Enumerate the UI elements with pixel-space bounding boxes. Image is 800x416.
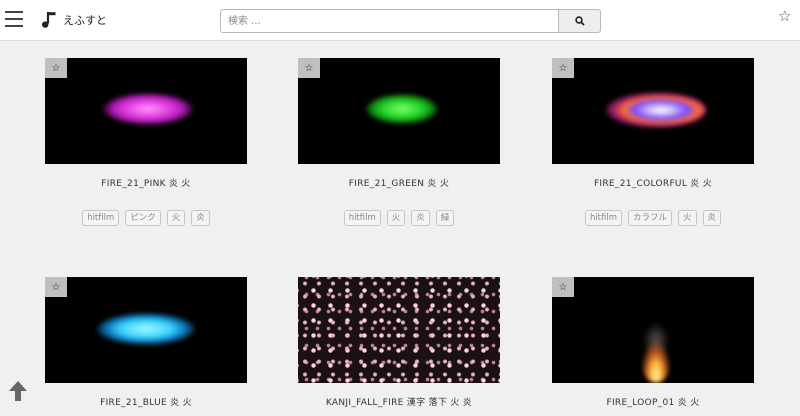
tag[interactable]: hitfilm	[584, 210, 623, 226]
favorites-star-icon[interactable]: ☆	[778, 9, 791, 24]
falling-kanji-effect	[298, 277, 500, 383]
brand-name[interactable]: えふすと	[63, 12, 107, 28]
favorite-star-icon[interactable]: ☆	[45, 277, 67, 297]
magnifier-icon	[574, 16, 585, 26]
video-title[interactable]: KANJI_FALL_FIRE 漢字 落下 火 炎	[288, 395, 510, 408]
video-title[interactable]: FIRE_LOOP_01 炎 火	[542, 395, 764, 408]
arrow-up-icon[interactable]	[8, 380, 28, 402]
tag[interactable]: 火	[166, 210, 186, 226]
loop-fire-effect	[642, 343, 670, 383]
video-thumbnail[interactable]: ☆	[298, 58, 500, 164]
video-thumbnail[interactable]: ☆	[552, 277, 754, 383]
tag[interactable]: 炎	[702, 210, 722, 226]
music-note-logo-icon[interactable]	[41, 11, 57, 29]
video-thumbnail[interactable]	[298, 277, 500, 383]
video-card: ☆ FIRE_21_BLUE 炎 火	[45, 277, 247, 408]
video-card: ☆ FIRE_21_PINK 炎 火 hitfilm ピンク 火 炎	[45, 58, 247, 226]
video-title[interactable]: FIRE_21_GREEN 炎 火	[288, 176, 510, 189]
favorite-star-icon[interactable]: ☆	[45, 58, 67, 78]
colorful-fire-effect	[606, 92, 706, 128]
video-thumbnail[interactable]: ☆	[552, 58, 754, 164]
tag[interactable]: hitfilm	[82, 210, 120, 226]
tag[interactable]: ピンク	[125, 210, 161, 226]
search-button[interactable]	[558, 9, 601, 33]
pink-fire-effect	[103, 93, 193, 125]
blue-fire-effect	[97, 313, 195, 345]
tag[interactable]: 火	[678, 210, 697, 226]
hamburger-icon[interactable]	[5, 11, 23, 27]
green-fire-effect	[366, 94, 438, 124]
video-card: ☆ FIRE_LOOP_01 炎 火	[552, 277, 754, 408]
tag-list: hitfilm 火 炎 緑	[278, 210, 520, 226]
video-title[interactable]: FIRE_21_PINK 炎 火	[35, 176, 257, 189]
video-card: KANJI_FALL_FIRE 漢字 落下 火 炎	[298, 277, 500, 408]
tag-list: hitfilm ピンク 火 炎	[25, 210, 267, 226]
video-thumbnail[interactable]: ☆	[45, 58, 247, 164]
tag[interactable]: 炎	[411, 210, 430, 226]
tag[interactable]: カラフル	[628, 210, 673, 226]
tag-list: hitfilm カラフル 火 炎	[532, 210, 774, 226]
video-thumbnail[interactable]: ☆	[45, 277, 247, 383]
favorite-star-icon[interactable]: ☆	[552, 58, 574, 78]
video-title[interactable]: FIRE_21_COLORFUL 炎 火	[542, 176, 764, 189]
favorite-star-icon[interactable]: ☆	[552, 277, 574, 297]
favorite-star-icon[interactable]: ☆	[298, 58, 320, 78]
tag[interactable]: 火	[386, 210, 406, 226]
search-bar	[220, 9, 601, 33]
video-card: ☆ FIRE_21_GREEN 炎 火 hitfilm 火 炎 緑	[298, 58, 500, 226]
video-card: ☆ FIRE_21_COLORFUL 炎 火 hitfilm カラフル 火 炎	[552, 58, 754, 226]
tag[interactable]: 炎	[191, 210, 210, 226]
tag[interactable]: hitfilm	[343, 210, 381, 226]
top-bar: えふすと ☆	[0, 0, 800, 41]
video-title[interactable]: FIRE_21_BLUE 炎 火	[35, 395, 257, 408]
search-input[interactable]	[220, 9, 558, 33]
tag[interactable]: 緑	[435, 210, 455, 226]
